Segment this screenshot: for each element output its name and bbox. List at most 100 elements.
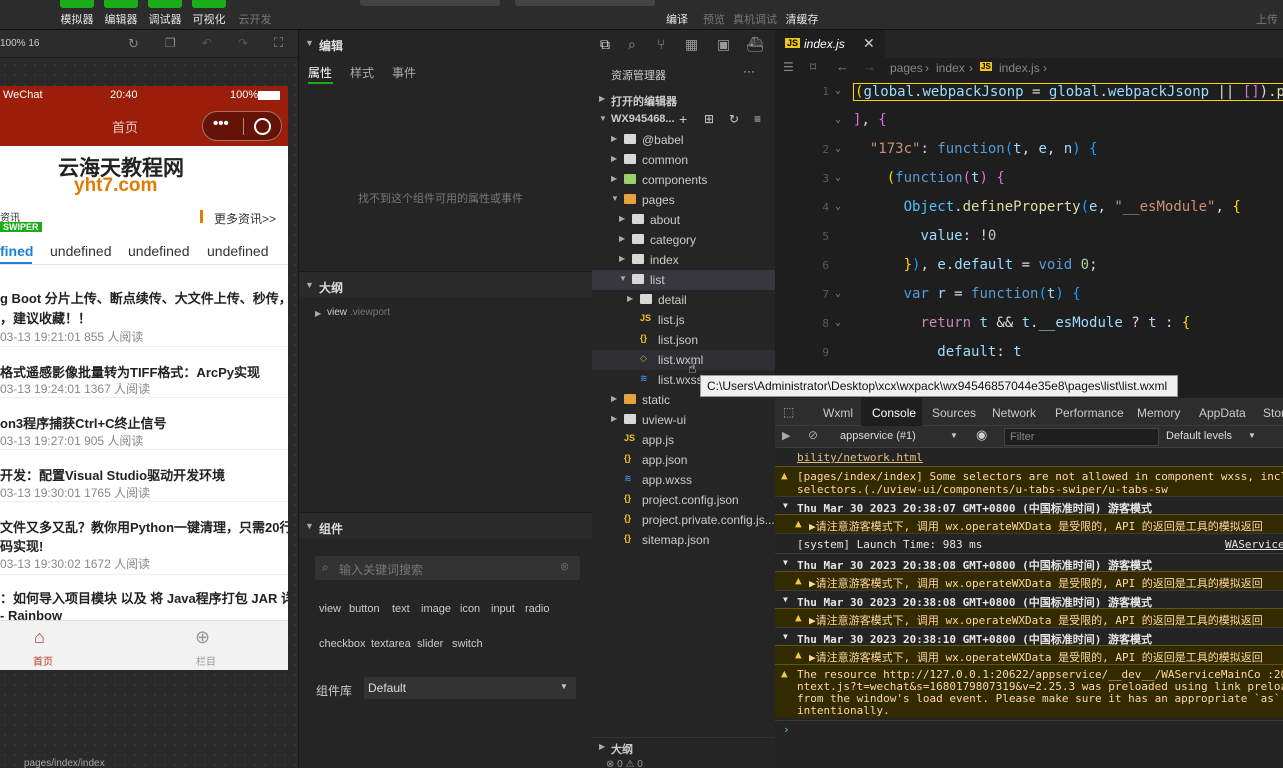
project-section[interactable]: ▼ WX945468... + ⊞ ↻ ≡ [592, 110, 775, 130]
tree-item[interactable]: JS app.js [592, 430, 775, 450]
cloud-button[interactable]: 云开发 [238, 0, 272, 27]
tree-item[interactable]: {} list.json [592, 330, 775, 350]
collapse-arrow-icon[interactable]: ▼ [305, 38, 314, 48]
devtools-tab-performance[interactable]: Performance [1055, 406, 1124, 420]
files-icon[interactable]: ⧉ [600, 36, 610, 53]
fold-icon[interactable]: ⌄ [835, 143, 841, 154]
sidebar-toggle-icon[interactable]: ▶ [782, 429, 790, 442]
component-textarea[interactable]: textarea [371, 638, 411, 650]
devtools-tab-wxml[interactable]: Wxml [823, 406, 853, 420]
tree-item[interactable]: ▶ detail [592, 290, 775, 310]
tree-item[interactable]: ▶ category [592, 230, 775, 250]
context-select[interactable]: appservice (#1) [840, 430, 916, 442]
component-checkbox[interactable]: checkbox [319, 638, 365, 650]
component-lib-select[interactable]: Default ▼ [364, 677, 576, 699]
console-group[interactable]: ▼ Thu Mar 30 2023 20:38:08 GMT+0800 (中国标准… [775, 553, 1283, 571]
component-input[interactable]: input [491, 603, 515, 615]
component-image[interactable]: image [421, 603, 451, 615]
component-search[interactable]: ⌕ 输入关键词搜索 ⊗ [315, 556, 580, 580]
more-actions-icon[interactable]: ··· [743, 64, 755, 78]
tabbar-column[interactable]: ⊕ 栏目 [190, 627, 220, 668]
tree-item[interactable]: {} sitemap.json [592, 530, 775, 550]
window-icon[interactable]: ❐ [165, 36, 176, 50]
tree-item[interactable]: ▶ about [592, 210, 775, 230]
tab-styles[interactable]: 样式 [350, 64, 374, 81]
new-folder-icon[interactable]: ⊞ [704, 112, 714, 126]
tree-item[interactable]: ▶ components [592, 170, 775, 190]
breadcrumb-item[interactable]: index [936, 61, 965, 75]
devtools-tab-storage[interactable]: Stor [1263, 406, 1283, 420]
fold-icon[interactable]: ⌄ [835, 172, 841, 183]
compile-select[interactable] [515, 0, 655, 6]
preview-button[interactable]: 预览 [697, 0, 731, 27]
clear-console-icon[interactable]: ⊘ [808, 428, 818, 442]
breadcrumb-item[interactable]: index.js [999, 61, 1040, 75]
compile-button[interactable]: 编译 [660, 0, 694, 27]
article-item[interactable]: g Boot 分片上传、断点续传、大文件上传、秒传，应 ，建议收藏！！ 03-1… [0, 282, 288, 347]
list-icon[interactable]: ☰ [783, 60, 794, 74]
tree-item[interactable]: ≋ app.wxss [592, 470, 775, 490]
category-tab[interactable]: undefined [50, 243, 112, 259]
tab-properties[interactable]: 属性 [308, 64, 332, 81]
tree-item[interactable]: {} project.config.json [592, 490, 775, 510]
tab-events[interactable]: 事件 [392, 64, 416, 81]
components-header[interactable]: ▼ 组件 [299, 512, 593, 538]
bookmark-icon[interactable]: ⌑ [810, 60, 816, 74]
zoom-level[interactable]: 100% 16 [0, 38, 39, 49]
debugger-button[interactable]: 调试器 [148, 0, 182, 27]
real-debug-button[interactable]: 真机调试 [733, 0, 777, 27]
upload-button[interactable]: 上传 [1256, 0, 1278, 27]
console-group[interactable]: ▼ Thu Mar 30 2023 20:38:08 GMT+0800 (中国标准… [775, 590, 1283, 608]
fold-icon[interactable]: ⌄ [835, 317, 841, 328]
breadcrumb-item[interactable]: pages [890, 61, 923, 75]
tree-item[interactable]: ▶ uview-ui [592, 410, 775, 430]
editor-button[interactable]: 编辑器 [104, 0, 138, 27]
devtools-tab-appdata[interactable]: AppData [1199, 406, 1246, 420]
tree-item[interactable]: ▶ common [592, 150, 775, 170]
console-warning[interactable]: ▲ ▶请注意游客模式下, 调用 wx.operateWXData 是受限的, AP… [775, 608, 1283, 627]
expand-arrow-icon[interactable]: ▶ [315, 309, 321, 318]
more-news-link[interactable]: 更多资讯>> [214, 210, 276, 227]
tree-item[interactable]: ▼ list [592, 270, 775, 290]
fullscreen-icon[interactable]: ⛶ [274, 35, 283, 51]
editor-tab-index-js[interactable]: JS index.js ✕ [775, 30, 885, 58]
component-button[interactable]: button [349, 603, 380, 615]
refresh-icon[interactable]: ↻ [729, 112, 739, 126]
tree-item[interactable]: JS list.js [592, 310, 775, 330]
page-path[interactable]: pages/index/index [24, 758, 105, 768]
article-item[interactable]: on3程序捕获Ctrl+C终止信号 03-13 19:27:01 905 人阅读 [0, 398, 288, 450]
close-tab-icon[interactable]: ✕ [863, 35, 875, 52]
tree-item[interactable]: ▼ pages [592, 190, 775, 210]
capsule-menu[interactable]: ••• [202, 111, 282, 141]
console-warning[interactable]: ▲ ▶请注意游客模式下, 调用 wx.operateWXData 是受限的, AP… [775, 645, 1283, 664]
console-text[interactable]: selectors.(./uview-ui/components/u-tabs-… [797, 483, 1168, 496]
outline-section[interactable]: ▶ 大纲 [592, 737, 775, 757]
back-icon[interactable]: ← [836, 59, 849, 74]
extensions-icon[interactable]: ▦ [685, 36, 698, 53]
more-icon[interactable]: ••• [213, 115, 229, 132]
tree-item[interactable]: {} app.json [592, 450, 775, 470]
component-slider[interactable]: slider [417, 638, 443, 650]
console-warning[interactable]: ▲ ▶请注意游客模式下, 调用 wx.operateWXData 是受限的, AP… [775, 571, 1283, 590]
forward-icon[interactable]: → [863, 59, 876, 74]
category-tab[interactable]: undefined [128, 243, 190, 259]
open-editors-section[interactable]: ▶ 打开的编辑器 [592, 90, 775, 110]
mode-select[interactable] [360, 0, 500, 6]
console-warning[interactable]: ▲ ▶请注意游客模式下, 调用 wx.operateWXData 是受限的, AP… [775, 514, 1283, 533]
fold-icon[interactable]: ⌄ [835, 201, 841, 212]
undo-icon[interactable]: ↶ [202, 36, 212, 50]
close-miniprogram-icon[interactable] [254, 118, 271, 135]
clear-icon[interactable]: ⊗ [560, 560, 569, 573]
log-levels-select[interactable]: Default levels [1166, 430, 1232, 442]
component-text[interactable]: text [392, 603, 410, 615]
outline-node[interactable]: view [327, 307, 347, 318]
git-icon[interactable]: ⑂ [657, 36, 665, 52]
tree-item[interactable]: {} project.private.config.js... [592, 510, 775, 530]
devtools-tab-memory[interactable]: Memory [1137, 406, 1180, 420]
eye-icon[interactable]: ◉ [976, 427, 987, 443]
inspect-icon[interactable]: ⬚ [783, 405, 794, 419]
category-tab[interactable]: fined [0, 243, 33, 259]
article-item[interactable]: 文件又多又乱？教你用Python一键清理，只需20行代 码实现! 03-13 1… [0, 502, 288, 575]
tree-item[interactable]: ▶ @babel [592, 130, 775, 150]
devtools-tab-console[interactable]: Console [872, 406, 916, 420]
